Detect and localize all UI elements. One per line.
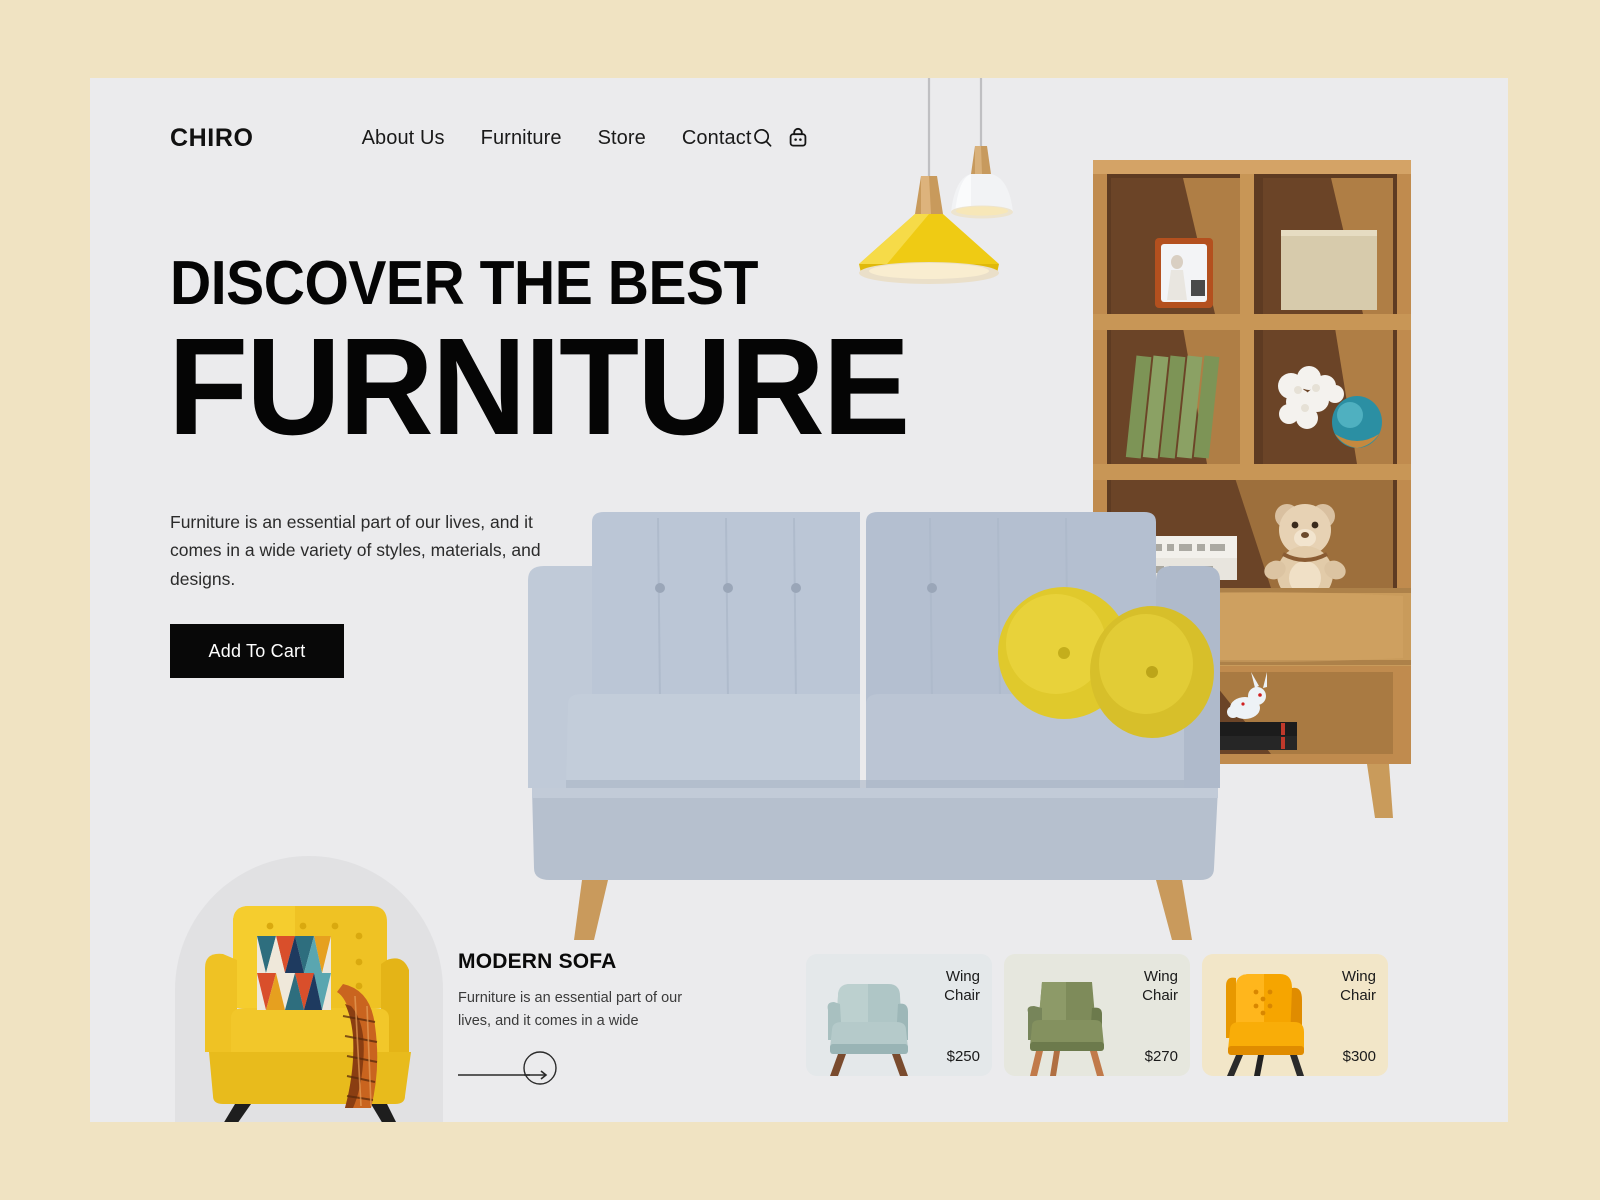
product-price: $270 <box>1144 1048 1178 1065</box>
modern-sofa-feature: MODERN SOFA Furniture is an essential pa… <box>458 950 688 1090</box>
feature-description: Furniture is an essential part of our li… <box>458 990 683 1029</box>
nav-link-furniture[interactable]: Furniture <box>481 127 562 150</box>
chair-thumbnail-2 <box>1027 982 1104 1076</box>
product-card[interactable]: Wing Chair $250 <box>806 954 992 1076</box>
product-name-line-1: Wing <box>945 968 980 985</box>
product-price: $250 <box>946 1048 980 1065</box>
light-blue-sofa-image <box>508 488 1238 958</box>
product-name: Wing Chair <box>1340 968 1376 1006</box>
product-name-line-2: Chair <box>1340 986 1376 1004</box>
chair-thumbnail-1 <box>827 984 908 1076</box>
nav-link-about-us[interactable]: About Us <box>362 127 445 150</box>
product-name-line-1: Wing <box>1341 968 1376 985</box>
hero-title-line-2: FURNITURE <box>168 310 910 464</box>
brand-logo[interactable]: CHIRO <box>170 124 254 153</box>
featured-armchair-image <box>175 856 443 1122</box>
hero-card: CHIRO About Us Furniture Store Contact D… <box>90 78 1508 1122</box>
nav-link-contact[interactable]: Contact <box>682 127 752 150</box>
product-name: Wing Chair <box>1142 968 1178 1006</box>
product-card[interactable]: Wing Chair $300 <box>1202 954 1388 1076</box>
add-to-cart-button[interactable]: Add To Cart <box>170 624 344 678</box>
arrow-right-circle-icon[interactable] <box>458 1051 688 1090</box>
hero-title-line-1: DISCOVER THE BEST <box>170 249 759 318</box>
product-card-list: Wing Chair $250 Wing Chair $270 Wing Cha… <box>806 954 1388 1076</box>
shopping-bag-icon[interactable] <box>786 126 810 150</box>
nav-links: About Us Furniture Store Contact <box>362 127 752 150</box>
product-name-line-2: Chair <box>944 986 980 1004</box>
product-name-line-2: Chair <box>1142 986 1178 1004</box>
product-card[interactable]: Wing Chair $270 <box>1004 954 1190 1076</box>
search-icon[interactable] <box>752 127 774 149</box>
pendant-lamps-image <box>825 78 1075 328</box>
page-root: CHIRO About Us Furniture Store Contact D… <box>0 0 1600 1200</box>
hero-description: Furniture is an essential part of our li… <box>170 512 541 589</box>
product-name: Wing Chair <box>944 968 980 1006</box>
nav-link-store[interactable]: Store <box>598 127 646 150</box>
chair-thumbnail-3 <box>1226 974 1304 1076</box>
product-name-line-1: Wing <box>1143 968 1178 985</box>
product-price: $300 <box>1342 1048 1376 1065</box>
